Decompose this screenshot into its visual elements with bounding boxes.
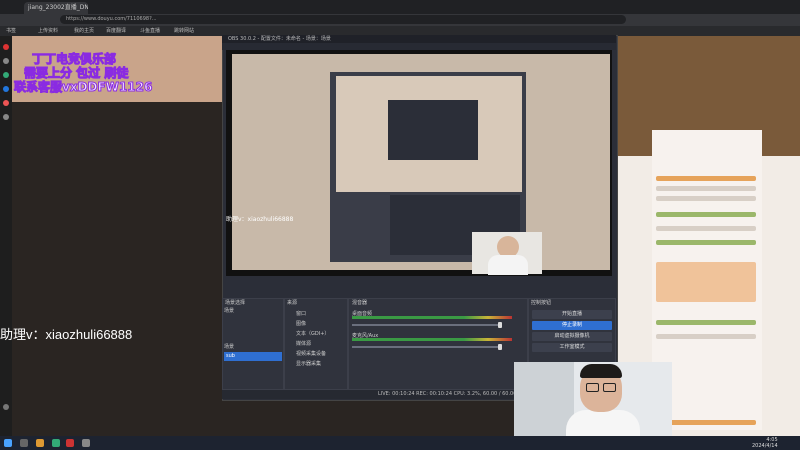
sources-dock	[284, 298, 348, 390]
wechat-icon[interactable]	[3, 72, 9, 78]
scene-collection-label: 场景	[224, 343, 282, 350]
browser-sidebar	[0, 36, 12, 436]
windows-start-icon[interactable]	[4, 439, 12, 447]
nested-assistant-text: 助理v：xiaozhuli66888	[226, 216, 294, 223]
weibo-icon[interactable]	[3, 86, 9, 92]
wechat-taskbar-icon[interactable]	[52, 439, 60, 447]
bookmark-item[interactable]: 我的主页	[74, 27, 94, 34]
settings-icon[interactable]	[3, 114, 9, 120]
chat-message	[656, 212, 756, 217]
url-input[interactable]: https://www.douyu.com/7110698?...	[60, 15, 626, 24]
browser-taskbar-icon[interactable]	[36, 439, 44, 447]
obs-transport	[226, 278, 612, 288]
scene-item[interactable]: 场景	[224, 308, 282, 315]
audio-meter	[352, 338, 512, 341]
source-item[interactable]: 媒体源	[296, 340, 311, 347]
virtual-camera-button[interactable]: 启动虚拟摄像机	[532, 332, 612, 341]
bookmark-item[interactable]: 斗鱼直播	[140, 27, 160, 34]
mixer-dock-title: 混音器	[352, 300, 368, 306]
bookmark-item[interactable]: 书签	[6, 27, 16, 34]
search-icon[interactable]	[20, 439, 28, 447]
home-icon[interactable]	[3, 44, 9, 50]
chat-message	[656, 226, 756, 231]
chat-message	[656, 240, 756, 245]
obs-title: OBS 30.0.2 - 配置文件：未命名 - 场景：场景	[222, 35, 616, 43]
start-streaming-button[interactable]: 开始直播	[532, 310, 612, 319]
controls-dock-title: 控制按钮	[531, 300, 552, 306]
source-item[interactable]: 视频采集设备	[296, 350, 326, 357]
source-item[interactable]: 窗口	[296, 310, 306, 317]
volume-slider[interactable]	[352, 346, 498, 348]
chat-message	[656, 186, 756, 191]
webcam-wall	[514, 362, 574, 436]
obs-status-text: LIVE: 00:10:24 REC: 00:10:24 CPU: 3.2%, …	[378, 391, 528, 397]
gear-icon[interactable]	[3, 404, 9, 410]
chat-message	[656, 176, 756, 181]
promo-text-line3: 联系客服vxDDFW1126	[13, 80, 153, 95]
assistant-text: 助理v：xiaozhuli66888	[0, 327, 133, 342]
source-item[interactable]: 文本（GDI+）	[296, 330, 329, 337]
folder-taskbar-icon[interactable]	[82, 439, 90, 447]
volume-knob[interactable]	[498, 344, 502, 350]
bookmark-item[interactable]: 百度翻译	[106, 27, 126, 34]
nested-obs-2	[388, 100, 478, 160]
source-item[interactable]: 显示器采集	[296, 360, 321, 367]
scene-item-selected[interactable]: sub	[224, 352, 282, 361]
chat-message	[656, 334, 756, 339]
douyin-icon[interactable]	[3, 100, 9, 106]
nested-webcam-shirt	[488, 255, 528, 275]
chat-message	[656, 320, 756, 325]
scenes-dock-title: 场景选择	[225, 300, 246, 306]
sources-dock-title: 来源	[287, 300, 298, 306]
bookmark-item[interactable]: 跳转网站	[174, 27, 194, 34]
taskbar-clock[interactable]: 4:05 2024/4/14	[752, 437, 778, 449]
chat-message	[656, 196, 756, 201]
obs-taskbar-icon[interactable]	[66, 439, 74, 447]
glasses-icon	[586, 383, 599, 392]
taskbar	[0, 436, 800, 450]
volume-knob[interactable]	[498, 322, 502, 328]
webcam-hair	[580, 364, 622, 378]
studio-mode-button[interactable]: 工作室模式	[532, 343, 612, 352]
browser-tab[interactable]: jiang_23002直播_DNF_斗鱼	[24, 2, 88, 14]
bookmark-item[interactable]: 上传资料	[38, 27, 58, 34]
volume-slider[interactable]	[352, 324, 498, 326]
chat-message	[656, 262, 756, 302]
history-icon[interactable]	[3, 58, 9, 64]
source-item[interactable]: 图像	[296, 320, 306, 327]
clock-date: 2024/4/14	[752, 443, 778, 449]
tab-bar	[0, 0, 800, 14]
webcam-shirt	[566, 410, 640, 436]
audio-meter	[352, 316, 512, 319]
obs-menubar[interactable]	[222, 43, 616, 50]
stop-recording-button[interactable]: 停止录制	[532, 321, 612, 330]
glasses-icon	[603, 383, 616, 392]
